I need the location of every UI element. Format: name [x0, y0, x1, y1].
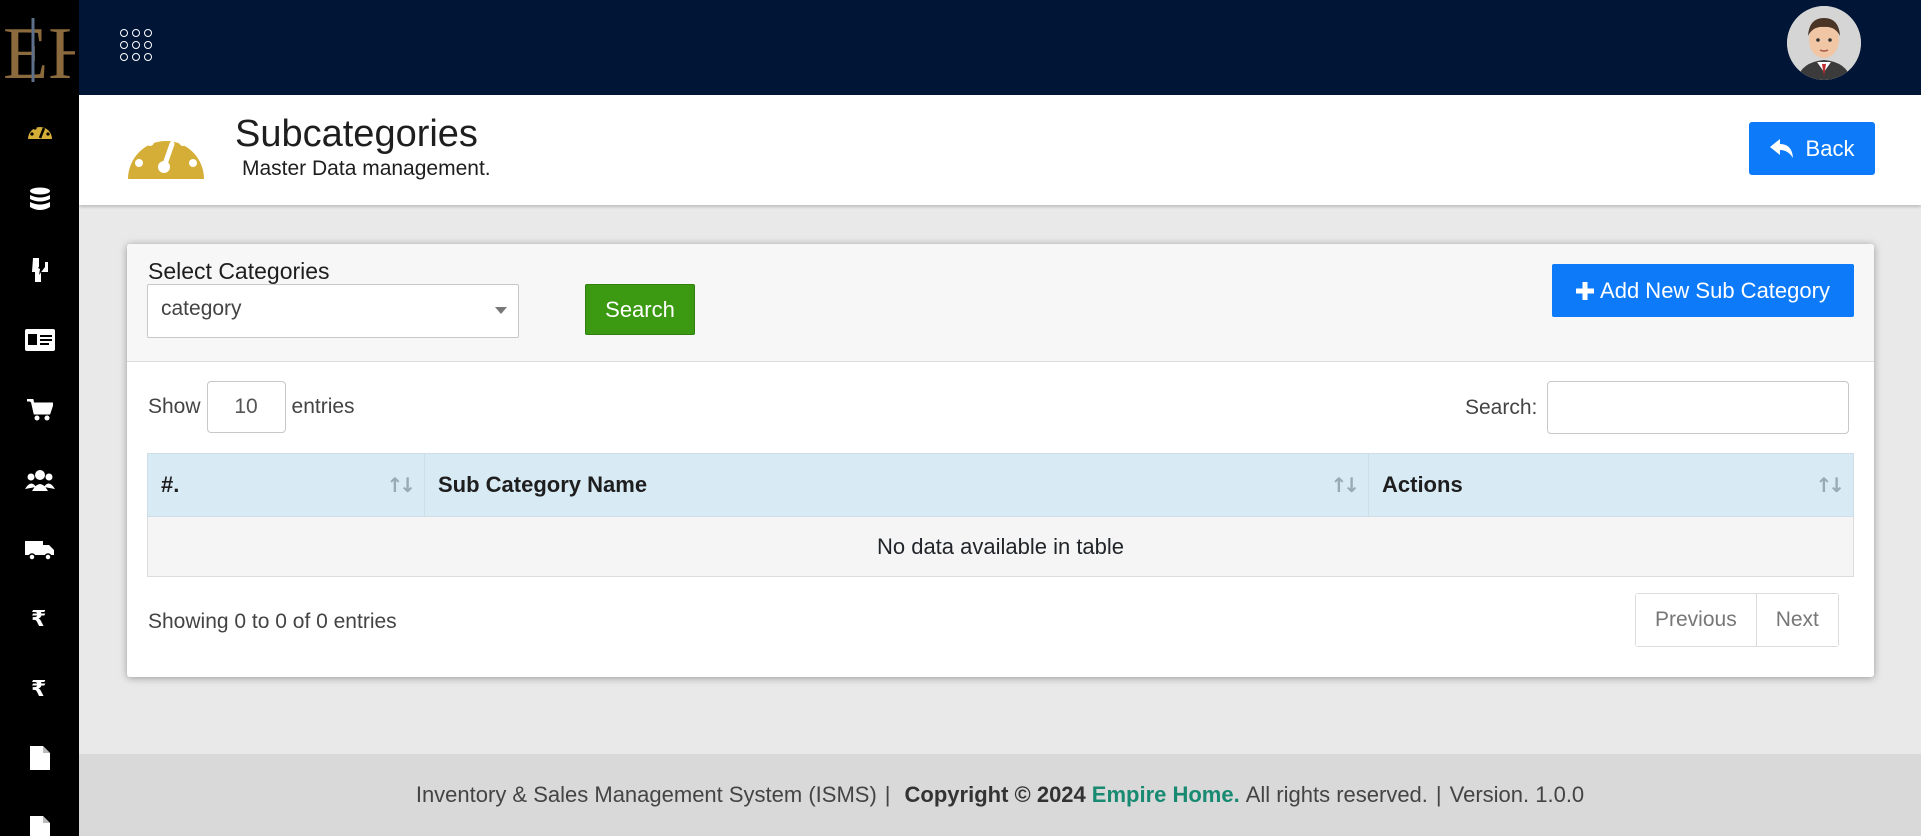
entries-label: entries [291, 395, 355, 418]
table-info: Showing 0 to 0 of 0 entries [148, 610, 397, 633]
svg-text:EH: EH [3, 13, 75, 88]
user-avatar[interactable] [1787, 6, 1861, 80]
apps-grid-icon[interactable] [120, 29, 154, 63]
svg-text:₹: ₹ [31, 607, 46, 630]
category-select-value: category [161, 297, 242, 320]
page-title: Subcategories [235, 113, 478, 155]
footer-separator: | [884, 782, 891, 807]
sort-icon: ↑↓ [386, 473, 415, 497]
previous-page-button[interactable]: Previous [1636, 594, 1756, 646]
chevron-down-icon [495, 307, 507, 314]
svg-text:₹: ₹ [31, 677, 46, 700]
rupee-icon[interactable]: ₹ [0, 598, 79, 638]
category-select-label: Select Categories [148, 258, 330, 284]
add-sub-category-label: Add New Sub Category [1600, 277, 1830, 303]
users-icon[interactable] [0, 460, 79, 500]
sort-icon: ↑↓ [1815, 473, 1844, 497]
column-header-actions[interactable]: Actions ↑↓ [1368, 453, 1854, 517]
cart-icon[interactable] [0, 390, 79, 430]
page-header: Subcategories Master Data management. Ba… [79, 95, 1921, 205]
sidebar: EH ₹ ₹ [0, 0, 79, 836]
add-sub-category-button[interactable]: Add New Sub Category [1552, 264, 1854, 317]
footer-rights: All rights reserved. [1245, 782, 1428, 807]
bolt-icon[interactable] [0, 250, 79, 290]
subcategory-table: #. ↑↓ Sub Category Name ↑↓ Actions ↑↓ No da… [147, 453, 1854, 577]
reply-arrow-icon [1769, 138, 1793, 158]
back-button[interactable]: Back [1749, 122, 1875, 175]
table-search: Search: [1465, 381, 1850, 434]
page-subtitle: Master Data management. [242, 157, 491, 180]
column-header-name[interactable]: Sub Category Name ↑↓ [424, 453, 1369, 517]
dashboard-icon [126, 117, 206, 179]
page-length-control: Show 10 entries [148, 381, 355, 433]
next-page-button[interactable]: Next [1755, 594, 1838, 646]
footer-brand-link[interactable]: Empire Home. [1092, 782, 1240, 808]
subcategory-card: Select Categories category Search Add Ne… [127, 244, 1874, 677]
truck-icon[interactable] [0, 530, 79, 570]
show-label: Show [148, 395, 201, 418]
search-button[interactable]: Search [585, 284, 695, 335]
back-button-label: Back [1805, 135, 1855, 161]
card-header: Select Categories category Search Add Ne… [127, 244, 1874, 362]
rupee-icon[interactable]: ₹ [0, 668, 79, 708]
table-search-input[interactable] [1547, 381, 1850, 434]
file-icon[interactable] [0, 738, 79, 778]
column-header-index[interactable]: #. ↑↓ [147, 453, 425, 517]
top-navbar [79, 0, 1921, 95]
footer-copyright: Copyright © 2024 [904, 782, 1086, 807]
table-header-row: #. ↑↓ Sub Category Name ↑↓ Actions ↑↓ [147, 453, 1854, 517]
logo-icon: EH [3, 13, 75, 88]
footer-system-name: Inventory & Sales Management System (ISM… [415, 782, 877, 807]
plus-icon [1576, 281, 1595, 300]
category-select[interactable]: category [147, 284, 519, 338]
id-card-icon[interactable] [0, 320, 79, 360]
pagination: Previous Next [1635, 593, 1839, 647]
database-icon[interactable] [0, 180, 79, 220]
footer-version: Version. 1.0.0 [1449, 782, 1585, 807]
footer: Inventory & Sales Management System (ISM… [79, 754, 1921, 836]
table-row: No data available in table [147, 516, 1854, 577]
logo[interactable]: EH [2, 8, 76, 92]
dashboard-icon[interactable] [0, 110, 79, 150]
page-length-select[interactable]: 10 [206, 381, 286, 433]
sort-icon: ↑↓ [1330, 473, 1359, 497]
table-search-label: Search: [1465, 395, 1538, 419]
footer-separator: | [1435, 782, 1442, 807]
file-icon[interactable] [0, 808, 79, 836]
empty-table-message: No data available in table [147, 516, 1854, 577]
